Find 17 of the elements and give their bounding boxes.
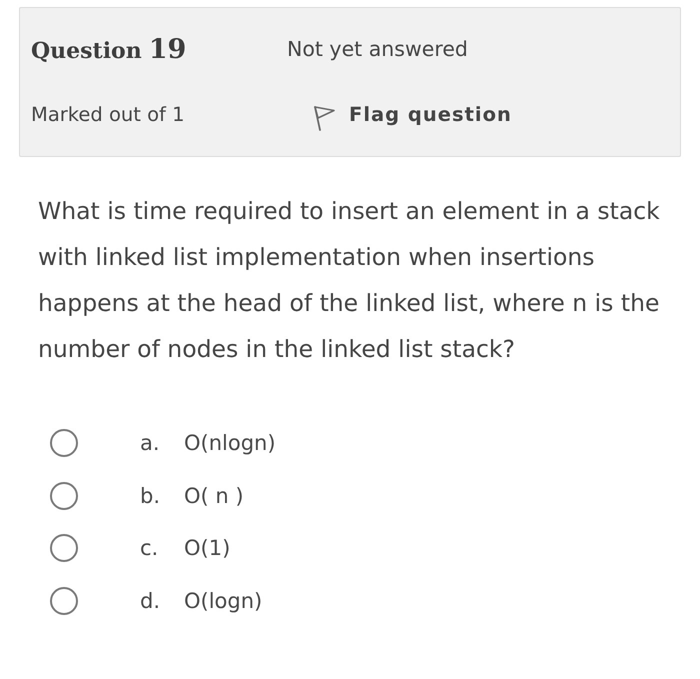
answer-status: Not yet answered: [287, 37, 468, 61]
radio-button[interactable]: [50, 429, 78, 458]
radio-button[interactable]: [50, 534, 78, 562]
option-letter: b.: [140, 484, 162, 508]
option-letter: c.: [140, 536, 160, 560]
flag-question-button[interactable]: Flag question: [313, 96, 512, 132]
option-text: O(1): [184, 536, 230, 560]
radio-button[interactable]: [50, 586, 78, 615]
question-text: What is time required to insert an element in a stack with linked list implementation when insertions happens at the head of the linked list, where n is the number of nodes in the linked list stack?: [38, 196, 661, 365]
marks-text: Marked out of 1: [31, 102, 184, 126]
option-letter: d.: [140, 588, 162, 613]
option-text: O( n ): [184, 484, 244, 508]
option-text: O(nlogn): [184, 431, 276, 456]
option-letter: a.: [140, 431, 161, 456]
option-text: O(logn): [184, 588, 262, 613]
radio-button[interactable]: [50, 482, 78, 510]
question-title: Question 19: [31, 34, 186, 64]
